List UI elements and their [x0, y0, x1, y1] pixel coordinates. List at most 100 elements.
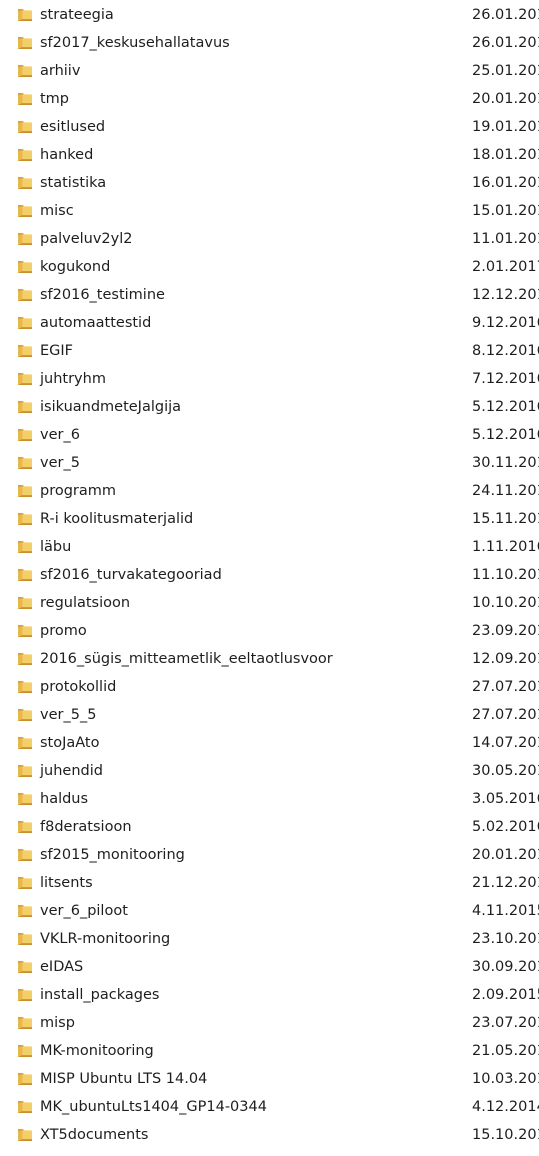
folder-name: 2016_sügis_mitteametlik_eeltaotlusvoor — [40, 651, 333, 667]
folder-row[interactable]: haldus 3.05.2016 — [0, 785, 539, 813]
folder-icon — [17, 119, 33, 134]
folder-icon — [17, 567, 33, 582]
folder-name: programm — [40, 483, 117, 499]
folder-row[interactable]: MISP Ubuntu LTS 14.04 10.03.201 — [0, 1065, 539, 1093]
folder-name: sf2016_turvakategooriad — [40, 567, 222, 583]
date-modified: 11.01.201 — [472, 231, 539, 247]
folder-row[interactable]: automaattestid 9.12.2016 — [0, 309, 539, 337]
date-modified: 19.01.201 — [472, 119, 539, 135]
folder-row[interactable]: juhtryhm 7.12.2016 — [0, 365, 539, 393]
folder-icon — [17, 959, 33, 974]
folder-row[interactable]: ver_6_piloot 4.11.2015 — [0, 897, 539, 925]
folder-row[interactable]: eIDAS 30.09.201 — [0, 953, 539, 981]
date-modified: 15.11.201 — [472, 511, 539, 527]
folder-icon — [17, 231, 33, 246]
date-modified: 9.12.2016 — [472, 315, 539, 331]
folder-name: arhiiv — [40, 63, 81, 79]
folder-row[interactable]: esitlused 19.01.201 — [0, 113, 539, 141]
folder-row[interactable]: R-i koolitusmaterjalid 15.11.201 — [0, 505, 539, 533]
folder-row[interactable]: 2016_sügis_mitteametlik_eeltaotlusvoor 12… — [0, 645, 539, 673]
folder-row[interactable]: ver_5 30.11.201 — [0, 449, 539, 477]
folder-row[interactable]: juhendid 30.05.201 — [0, 757, 539, 785]
date-modified: 16.01.201 — [472, 175, 539, 191]
folder-row[interactable]: hanked 18.01.201 — [0, 141, 539, 169]
date-modified: 1.11.2016 — [472, 539, 539, 555]
folder-name: ver_5 — [40, 455, 80, 471]
date-modified: 4.12.2014 — [472, 1099, 539, 1115]
folder-row[interactable]: promo 23.09.201 — [0, 617, 539, 645]
folder-row[interactable]: programm 24.11.201 — [0, 477, 539, 505]
folder-name: R-i koolitusmaterjalid — [40, 511, 194, 527]
folder-icon — [17, 1071, 33, 1086]
folder-icon — [17, 427, 33, 442]
folder-row[interactable]: f8deratsioon 5.02.2016 — [0, 813, 539, 841]
folder-row[interactable]: sf2017_keskusehallatavus 26.01.201 — [0, 29, 539, 57]
folder-row[interactable]: MK_ubuntuLts1404_GP14-0344 4.12.2014 — [0, 1093, 539, 1121]
folder-name: ver_6_piloot — [40, 903, 128, 919]
folder-row[interactable]: ver_6 5.12.2016 — [0, 421, 539, 449]
folder-name: EGIF — [40, 343, 74, 359]
folder-row[interactable]: litsents 21.12.201 — [0, 869, 539, 897]
folder-row[interactable]: install_packages 2.09.2015 — [0, 981, 539, 1009]
folder-row[interactable]: strateegia 26.01.201 — [0, 1, 539, 29]
folder-row[interactable]: arhiiv 25.01.201 — [0, 57, 539, 85]
date-modified: 30.09.201 — [472, 959, 539, 975]
folder-icon — [17, 707, 33, 722]
folder-name: MK_ubuntuLts1404_GP14-0344 — [40, 1099, 267, 1115]
folder-row[interactable]: XT5documents 15.10.201 — [0, 1121, 539, 1149]
folder-icon — [17, 679, 33, 694]
folder-icon — [17, 315, 33, 330]
folder-row[interactable]: VKLR-monitooring 23.10.201 — [0, 925, 539, 953]
date-modified: 20.01.201 — [472, 91, 539, 107]
folder-icon — [17, 903, 33, 918]
date-modified: 14.07.201 — [472, 735, 539, 751]
folder-row[interactable]: statistika 16.01.201 — [0, 169, 539, 197]
folder-name: tmp — [40, 91, 70, 107]
folder-row[interactable]: palveluv2yl2 11.01.201 — [0, 225, 539, 253]
date-modified: 10.03.201 — [472, 1071, 539, 1087]
folder-name: haldus — [40, 791, 89, 807]
folder-row[interactable]: isikuandmeteJalgija 5.12.2016 — [0, 393, 539, 421]
folder-row[interactable]: sf2016_turvakategooriad 11.10.201 — [0, 561, 539, 589]
folder-row[interactable]: läbu 1.11.2016 — [0, 533, 539, 561]
date-modified: 8.12.2016 — [472, 343, 539, 359]
folder-list: strateegia 26.01.201 sf2017_keskusehallata… — [0, 1, 539, 1149]
folder-icon — [17, 763, 33, 778]
folder-row[interactable]: tmp 20.01.201 — [0, 85, 539, 113]
folder-row[interactable]: misc 15.01.201 — [0, 197, 539, 225]
folder-row[interactable]: EGIF 8.12.2016 — [0, 337, 539, 365]
date-modified: 11.10.201 — [472, 567, 539, 583]
folder-name: VKLR-monitooring — [40, 931, 171, 947]
folder-name: misp — [40, 1015, 75, 1031]
date-modified: 21.12.201 — [472, 875, 539, 891]
folder-icon — [17, 875, 33, 890]
folder-name: ver_6 — [40, 427, 80, 443]
folder-row[interactable]: ver_5_5 27.07.201 — [0, 701, 539, 729]
folder-name: misc — [40, 203, 74, 219]
folder-icon — [17, 791, 33, 806]
folder-row[interactable]: sf2016_testimine 12.12.201 — [0, 281, 539, 309]
folder-row[interactable]: misp 23.07.201 — [0, 1009, 539, 1037]
folder-row[interactable]: kogukond 2.01.2017 — [0, 253, 539, 281]
date-modified: 18.01.201 — [472, 147, 539, 163]
folder-row[interactable]: regulatsioon 10.10.201 — [0, 589, 539, 617]
folder-name: install_packages — [40, 987, 160, 1003]
folder-row[interactable]: stoJaAto 14.07.201 — [0, 729, 539, 757]
folder-name: palveluv2yl2 — [40, 231, 133, 247]
date-modified: 26.01.201 — [472, 35, 539, 51]
folder-row[interactable]: sf2015_monitooring 20.01.201 — [0, 841, 539, 869]
folder-icon — [17, 847, 33, 862]
folder-name: sf2015_monitooring — [40, 847, 185, 863]
folder-icon — [17, 287, 33, 302]
date-modified: 15.01.201 — [472, 203, 539, 219]
date-modified: 21.05.201 — [472, 1043, 539, 1059]
folder-row[interactable]: protokollid 27.07.201 — [0, 673, 539, 701]
date-modified: 24.11.201 — [472, 483, 539, 499]
folder-name: litsents — [40, 875, 93, 891]
folder-name: ver_5_5 — [40, 707, 97, 723]
date-modified: 30.11.201 — [472, 455, 539, 471]
folder-icon — [17, 35, 33, 50]
folder-icon — [17, 203, 33, 218]
folder-row[interactable]: MK-monitooring 21.05.201 — [0, 1037, 539, 1065]
folder-name: statistika — [40, 175, 107, 191]
